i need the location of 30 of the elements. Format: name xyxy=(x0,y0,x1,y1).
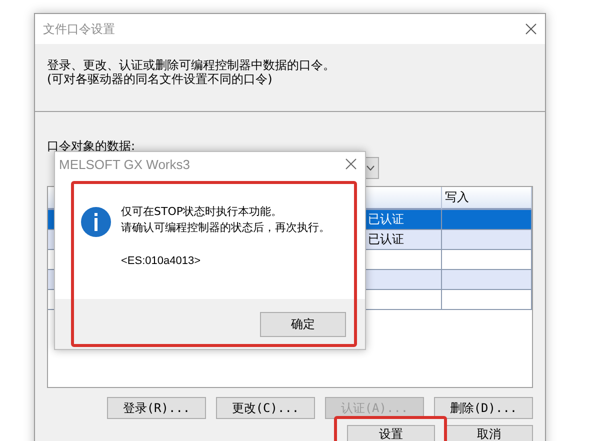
message-text: 仅可在STOP状态时执行本功能。 xyxy=(121,204,283,220)
table-cell[interactable] xyxy=(442,290,532,310)
table-cell[interactable] xyxy=(442,230,532,250)
info-icon xyxy=(81,207,111,237)
table-cell[interactable] xyxy=(442,270,532,290)
action-button[interactable]: 更改(C)... xyxy=(216,397,315,419)
description-text: (可对各驱动器的同名文件设置不同的口令) xyxy=(47,72,274,86)
table-cell[interactable] xyxy=(365,290,442,310)
table-cell[interactable] xyxy=(365,270,442,290)
table-cell[interactable] xyxy=(442,210,532,230)
action-button[interactable]: 登录(R)... xyxy=(107,397,206,419)
table-cell[interactable]: 已认证 xyxy=(365,210,442,230)
table-cell[interactable]: 已认证 xyxy=(365,230,442,250)
dialog-button[interactable]: 设置 xyxy=(347,425,435,441)
table-cell[interactable] xyxy=(442,250,532,270)
message-title: MELSOFT GX Works3 xyxy=(59,156,190,172)
error-code: <ES:010a4013> xyxy=(121,254,202,269)
table-cell[interactable] xyxy=(365,250,442,270)
section-label: 口令对象的数据: xyxy=(47,138,136,155)
window-title: 文件口令设置 xyxy=(43,20,115,38)
dialog-button[interactable]: 取消 xyxy=(445,425,533,441)
column-header[interactable] xyxy=(365,187,442,210)
close-icon[interactable] xyxy=(345,158,357,170)
message-text: 请确认可编程控制器的状态后，再次执行。 xyxy=(121,220,330,236)
action-button[interactable]: 删除(D)... xyxy=(434,397,533,419)
close-icon[interactable] xyxy=(525,23,537,35)
column-header[interactable]: 写入 xyxy=(442,187,532,210)
chevron-down-icon xyxy=(366,165,374,171)
description-text: 登录、更改、认证或删除可编程控制器中数据的口令。 xyxy=(47,58,336,72)
ok-button[interactable]: 确定 xyxy=(260,312,346,336)
